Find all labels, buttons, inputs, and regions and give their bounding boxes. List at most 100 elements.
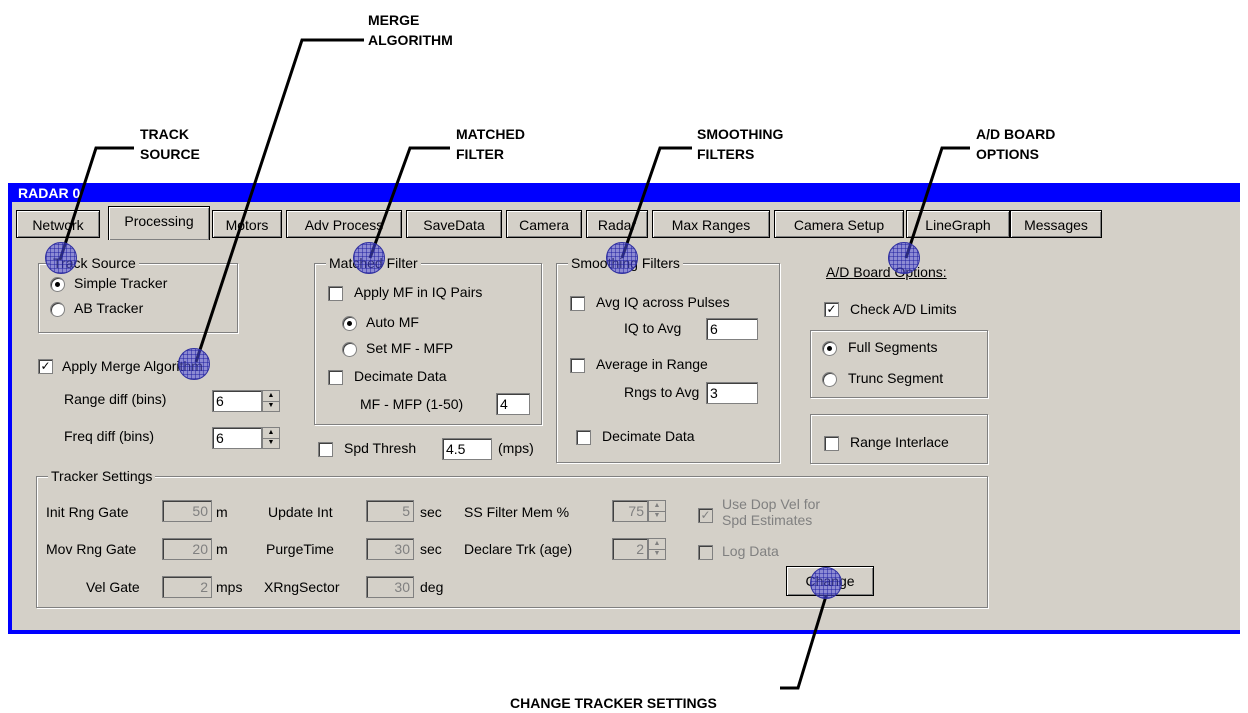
mf-decimate-checkbox[interactable] [328, 370, 343, 385]
callout-track-source: TRACK SOURCE [140, 124, 200, 164]
apply-merge-checkbox[interactable]: ✓ [38, 359, 53, 374]
mf-mfp-label: MF - MFP (1-50) [360, 396, 464, 412]
freq-diff-label: Freq diff (bins) [64, 428, 154, 444]
full-segments-radio[interactable] [822, 341, 837, 356]
range-diff-spinner[interactable]: ▲ ▼ [262, 390, 280, 412]
tab-linegraph[interactable]: LineGraph [906, 210, 1010, 238]
iq-to-avg-label: IQ to Avg [624, 320, 682, 336]
tab-radar[interactable]: Radar [586, 210, 648, 238]
spd-thresh-unit: (mps) [498, 440, 534, 456]
apply-mf-iq-checkbox[interactable] [328, 286, 343, 301]
use-dop-label-line: Use Dop Vel for [722, 496, 821, 512]
callout-text: A/D BOARD [976, 126, 1056, 142]
xrng-sector-input[interactable]: 30 [366, 576, 414, 598]
avg-range-label: Average in Range [596, 356, 708, 372]
set-mf-radio[interactable] [342, 342, 357, 357]
callout-text: SMOOTHING [697, 126, 784, 142]
ss-filter-input[interactable]: 75 [612, 500, 648, 522]
ss-filter-spinner[interactable]: ▲ ▼ [648, 500, 666, 522]
iq-to-avg-input[interactable]: 6 [706, 318, 758, 340]
smooth-decimate-checkbox[interactable] [576, 430, 591, 445]
tracker-settings-title: Tracker Settings [48, 468, 156, 484]
rngs-to-avg-label: Rngs to Avg [624, 384, 700, 400]
ss-filter-label: SS Filter Mem % [464, 504, 570, 520]
full-segments-label: Full Segments [848, 339, 938, 355]
xrng-sector-label: XRngSector [264, 579, 340, 595]
check-ad-limits-checkbox[interactable]: ✓ [824, 302, 839, 317]
callout-text: TRACK [140, 126, 189, 142]
freq-diff-input[interactable]: 6 [212, 427, 262, 449]
callout-merge-algorithm: MERGE ALGORITHM [368, 10, 453, 50]
tab-network[interactable]: Network [16, 210, 100, 238]
tab-camera[interactable]: Camera [506, 210, 582, 238]
range-interlace-checkbox[interactable] [824, 436, 839, 451]
vel-gate-label: Vel Gate [86, 579, 140, 595]
range-diff-input[interactable]: 6 [212, 390, 262, 412]
vel-gate-unit: mps [216, 579, 243, 595]
rngs-to-avg-input[interactable]: 3 [706, 382, 758, 404]
marker-merge-algorithm [178, 348, 210, 380]
init-rng-gate-label: Init Rng Gate [46, 504, 129, 520]
mov-rng-gate-unit: m [216, 541, 228, 557]
spd-thresh-checkbox[interactable] [318, 442, 333, 457]
auto-mf-radio[interactable] [342, 316, 357, 331]
smooth-decimate-label: Decimate Data [602, 428, 695, 444]
xrng-sector-unit: deg [420, 579, 444, 595]
avg-iq-checkbox[interactable] [570, 296, 585, 311]
declare-trk-label: Declare Trk (age) [464, 541, 573, 557]
avg-iq-label: Avg IQ across Pulses [596, 294, 730, 310]
tab-savedata[interactable]: SaveData [406, 210, 502, 238]
window-title: RADAR 0 [18, 185, 81, 201]
spd-thresh-input[interactable]: 4.5 [442, 438, 492, 460]
init-rng-gate-input[interactable]: 50 [162, 500, 212, 522]
marker-track-source [45, 242, 77, 274]
callout-text: FILTER [456, 146, 504, 162]
ab-tracker-radio[interactable] [50, 302, 65, 317]
callout-ad-board-options: A/D BOARD OPTIONS [976, 124, 1055, 164]
spd-thresh-label: Spd Thresh [344, 440, 417, 456]
set-mf-label: Set MF - MFP [366, 340, 454, 356]
use-dop-label: Use Dop Vel for Spd Estimates [722, 496, 820, 528]
avg-range-checkbox[interactable] [570, 358, 585, 373]
simple-tracker-label: Simple Tracker [74, 275, 168, 291]
tab-processing[interactable]: Processing [108, 206, 210, 240]
apply-mf-iq-label: Apply MF in IQ Pairs [354, 284, 483, 300]
callout-text: FILTERS [697, 146, 755, 162]
callout-matched-filter: MATCHED FILTER [456, 124, 525, 164]
marker-smoothing-filters [606, 242, 638, 274]
init-rng-gate-unit: m [216, 504, 228, 520]
update-int-input[interactable]: 5 [366, 500, 414, 522]
check-ad-limits-label: Check A/D Limits [850, 301, 957, 317]
trunc-segment-label: Trunc Segment [848, 370, 944, 386]
tab-messages[interactable]: Messages [1010, 210, 1102, 238]
range-diff-label: Range diff (bins) [64, 391, 167, 407]
vel-gate-input[interactable]: 2 [162, 576, 212, 598]
callout-text: MERGE [368, 12, 420, 28]
update-int-unit: sec [420, 504, 442, 520]
mov-rng-gate-input[interactable]: 20 [162, 538, 212, 560]
callout-text: ALGORITHM [368, 32, 453, 48]
use-dop-checkbox[interactable]: ✓ [698, 508, 713, 523]
declare-trk-input[interactable]: 2 [612, 538, 648, 560]
callout-text: MATCHED [456, 126, 525, 142]
tab-camera-setup[interactable]: Camera Setup [774, 210, 904, 238]
marker-ad-board [888, 242, 920, 274]
purge-time-input[interactable]: 30 [366, 538, 414, 560]
ad-board-title: A/D Board Options: [826, 264, 947, 280]
log-data-checkbox[interactable] [698, 545, 713, 560]
declare-trk-spinner[interactable]: ▲ ▼ [648, 538, 666, 560]
purge-time-label: PurgeTime [266, 541, 334, 557]
callout-smoothing-filters: SMOOTHING FILTERS [697, 124, 783, 164]
trunc-segment-radio[interactable] [822, 372, 837, 387]
marker-change [810, 567, 842, 599]
simple-tracker-radio[interactable] [50, 277, 65, 292]
mf-mfp-input[interactable]: 4 [496, 393, 530, 415]
use-dop-label-line: Spd Estimates [722, 512, 813, 528]
freq-diff-spinner[interactable]: ▲ ▼ [262, 427, 280, 449]
purge-time-unit: sec [420, 541, 442, 557]
tab-motors[interactable]: Motors [212, 210, 282, 238]
auto-mf-label: Auto MF [366, 314, 419, 330]
ab-tracker-label: AB Tracker [74, 300, 144, 316]
tab-adv-process[interactable]: Adv Process [286, 210, 402, 238]
tab-max-ranges[interactable]: Max Ranges [652, 210, 770, 238]
